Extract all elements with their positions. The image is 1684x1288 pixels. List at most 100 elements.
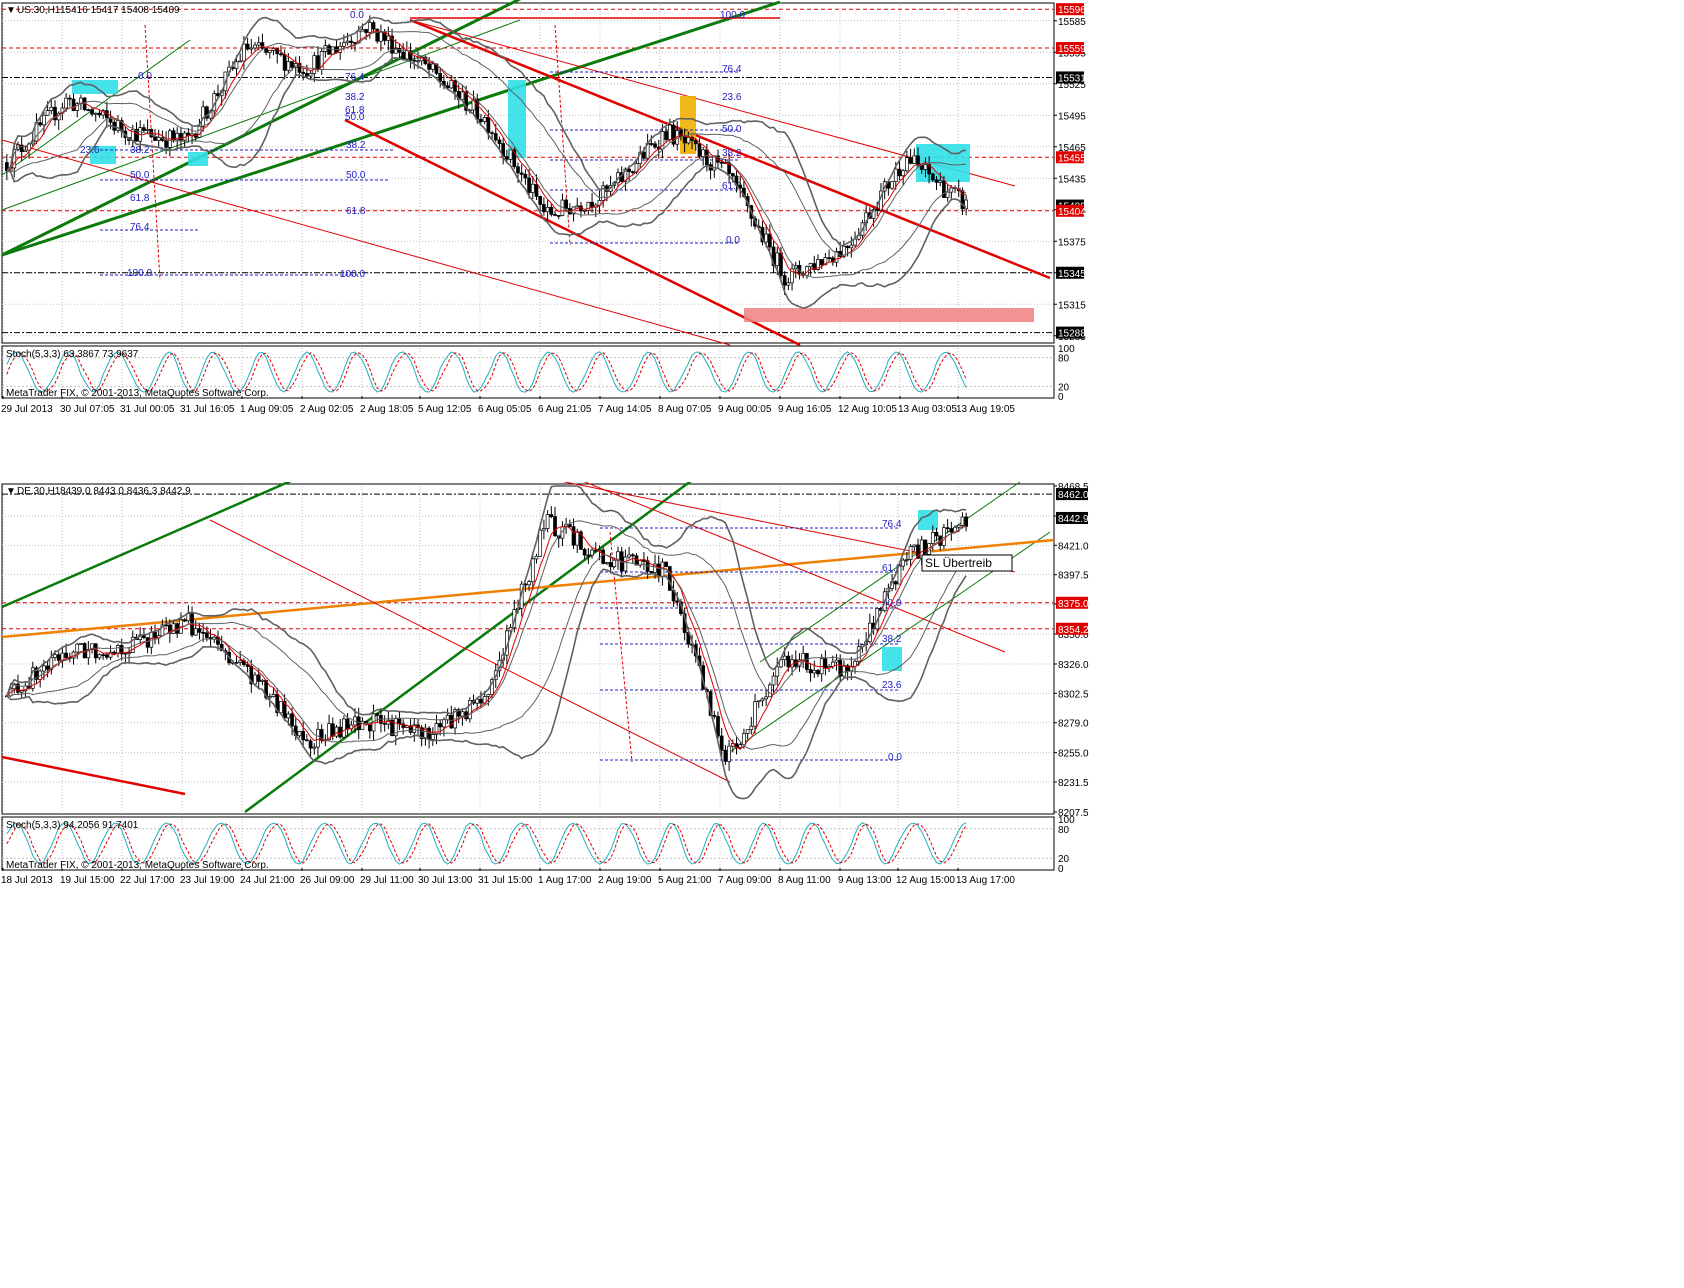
us30-time-label: 13 Aug 19:05 xyxy=(956,404,1015,415)
us30-candle-body xyxy=(730,173,735,177)
us30-candle-body xyxy=(905,157,909,172)
de30-candle-body xyxy=(716,716,720,737)
us30-candle-body xyxy=(945,191,950,198)
de30-candle-body xyxy=(367,723,372,732)
us30-candle-body xyxy=(364,29,368,33)
us30-candle-body xyxy=(97,112,102,116)
de30-candle-body xyxy=(605,562,609,564)
de30-candle-body xyxy=(105,654,109,658)
us30-price-tick: 15495 xyxy=(1058,111,1086,122)
de30-candle-body xyxy=(397,718,402,725)
us30-cyan-zone xyxy=(188,152,208,166)
us30-candle-body xyxy=(653,143,657,148)
de30-candle-body xyxy=(197,628,202,633)
de30-time-label: 12 Aug 15:00 xyxy=(896,875,955,886)
us30-candle-body xyxy=(412,59,417,62)
de30-candle-body xyxy=(201,632,206,634)
de30-candle-body xyxy=(79,643,83,645)
us30-price-tick: 15585 xyxy=(1058,17,1086,28)
de30-price-tag: 8354.2 xyxy=(1058,625,1089,636)
de30-candle-body xyxy=(753,701,757,727)
us30-price-tag: 15345 xyxy=(1058,269,1086,280)
us30-candle-body xyxy=(234,61,239,69)
de30-candle-body xyxy=(53,654,57,658)
de30-candle-body xyxy=(727,745,731,762)
de30-candle-body xyxy=(271,694,276,697)
de30-candle-body xyxy=(812,669,817,674)
de30-candle-body xyxy=(842,665,846,677)
us30-candle-body xyxy=(630,171,635,173)
de30-annotation-box[interactable]: SL Übertreib xyxy=(921,554,1013,572)
us30-candle-body xyxy=(23,149,28,152)
de30-candle-body xyxy=(116,645,120,654)
us30-candle-body xyxy=(327,45,331,55)
us30-candle-body xyxy=(575,205,580,208)
de30-candle-body xyxy=(834,659,839,663)
us30-candle-body xyxy=(312,55,317,74)
us30-candle-body xyxy=(893,168,898,182)
us30-candle-body xyxy=(190,133,194,136)
us30-candle-body xyxy=(345,40,350,44)
us30-candle-body xyxy=(849,244,854,249)
de30-candle-body xyxy=(19,690,24,693)
de30-candle-body xyxy=(908,546,913,560)
us30-stoch-label: Stoch(5,3,3) 63.3867 73.9637 xyxy=(6,349,139,360)
de30-candle-body xyxy=(667,566,672,591)
de30-candle-body xyxy=(960,516,965,526)
de30-candle-body xyxy=(460,711,465,717)
us30-stoch-tick: 0 xyxy=(1058,392,1064,403)
de30-fib-label: 0.0 xyxy=(888,752,902,763)
de30-candle-body xyxy=(786,655,791,668)
de30-price-tick: 8326.0 xyxy=(1058,660,1089,671)
de30-candle-body xyxy=(745,729,750,734)
de30-candle-body xyxy=(60,652,65,661)
us30-candle-body xyxy=(264,48,268,53)
de30-candle-body xyxy=(93,643,98,659)
us30-time-label: 8 Aug 07:05 xyxy=(658,404,712,415)
us30-chart-svg[interactable]: 0.0 100.0 76.4 61.8 50.0 38.2 23.6 0.0 61.8 50.0 3… xyxy=(0,0,1150,455)
de30-candle-body xyxy=(893,581,898,585)
us30-time-label: 6 Aug 05:05 xyxy=(478,404,532,415)
us30-fib-label: 50.0 xyxy=(346,170,366,181)
us30-candle-body xyxy=(449,80,454,89)
de30-candle-body xyxy=(527,581,531,586)
us30-candle-body xyxy=(527,177,531,193)
us30-candle-body xyxy=(45,110,50,116)
de30-chart-svg[interactable]: 100.076.461.850.038.223.60.0 ▼ DE.30,H1 … xyxy=(0,482,1150,922)
de30-copyright: MetaTrader FIX, © 2001-2013, MetaQuotes … xyxy=(6,860,269,871)
us30-candle-body xyxy=(649,143,654,145)
us30-candle-body xyxy=(142,127,146,131)
us30-candle-body xyxy=(253,44,257,49)
de30-candle-body xyxy=(630,554,635,557)
us30-candle-body xyxy=(145,128,150,131)
de30-candle-body xyxy=(634,555,639,566)
de30-chart-window[interactable]: 100.076.461.850.038.223.60.0 ▼ DE.30,H1 … xyxy=(0,482,1150,922)
us30-candle-body xyxy=(371,22,376,30)
de30-time-label: 22 Jul 17:00 xyxy=(120,875,175,886)
de30-candle-body xyxy=(530,558,535,583)
de30-candle-body xyxy=(656,563,661,577)
us30-candle-body xyxy=(497,139,502,144)
de30-candle-body xyxy=(534,555,539,560)
us30-time-label: 31 Jul 16:05 xyxy=(180,404,235,415)
us30-candle-body xyxy=(916,155,920,166)
de30-candle-body xyxy=(542,528,546,531)
us30-price-tag: 15288 xyxy=(1058,329,1086,340)
us30-candle-body xyxy=(775,252,780,266)
us30-price-tick: 15435 xyxy=(1058,174,1086,185)
us30-fib-label: 50.0 xyxy=(345,112,365,123)
us30-candle-body xyxy=(486,117,491,134)
de30-candle-body xyxy=(193,628,198,636)
de30-stoch-axis: 10080200 xyxy=(1058,815,1075,875)
us30-candle-body xyxy=(279,53,283,56)
us30-fib-label: 76.4 xyxy=(722,64,742,75)
us30-time-label: 9 Aug 16:05 xyxy=(778,404,832,415)
de30-candle-body xyxy=(601,549,606,564)
us30-candle-body xyxy=(416,60,420,63)
us30-time-label: 29 Jul 2013 xyxy=(1,404,53,415)
us30-candle-body xyxy=(538,196,543,205)
de30-candle-body xyxy=(923,539,928,555)
de30-candle-body xyxy=(290,713,294,727)
de30-time-label: 30 Jul 13:00 xyxy=(418,875,473,886)
us30-chart-window[interactable]: 0.0 100.0 76.4 61.8 50.0 38.2 23.6 0.0 61.8 50.0 3… xyxy=(0,0,1150,455)
